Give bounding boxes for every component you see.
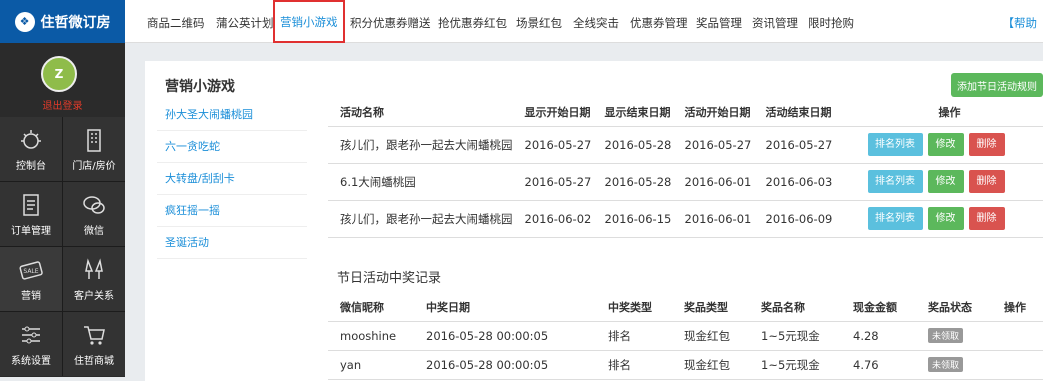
nav-dashboard[interactable]: 控制台 bbox=[0, 117, 62, 181]
avatar[interactable]: Z bbox=[41, 56, 77, 92]
cart-icon bbox=[81, 322, 107, 348]
brand[interactable]: ❖ 住哲微订房 bbox=[0, 0, 125, 43]
col-header: 奖品类型 bbox=[672, 294, 749, 321]
main-panel: 营销小游戏 添加节日活动规则 孙大圣大闹蟠桃园 六一贪吃蛇 大转盘/刮刮卡 疯狂… bbox=[145, 61, 1043, 381]
wechat-icon bbox=[81, 192, 107, 218]
page-title: 营销小游戏 bbox=[165, 76, 235, 96]
submenu-item[interactable]: 六一贪吃蛇 bbox=[157, 131, 307, 163]
glasses-icon bbox=[81, 257, 107, 283]
tab-dandelion[interactable]: 蒲公英计划 bbox=[216, 0, 274, 43]
nav-settings[interactable]: 系统设置 bbox=[0, 312, 62, 376]
col-header: 显示开始日期 bbox=[513, 99, 593, 126]
edit-button[interactable]: 修改 bbox=[928, 133, 964, 156]
nav-wechat[interactable]: 微信 bbox=[63, 182, 125, 246]
submenu-item[interactable]: 大转盘/刮刮卡 bbox=[157, 163, 307, 195]
game-submenu: 孙大圣大闹蟠桃园 六一贪吃蛇 大转盘/刮刮卡 疯狂摇一摇 圣诞活动 bbox=[157, 99, 307, 259]
delete-button[interactable]: 删除 bbox=[969, 207, 1005, 230]
col-header: 中奖日期 bbox=[414, 294, 596, 321]
activity-table: 活动名称 显示开始日期 显示结束日期 活动开始日期 活动结束日期 操作 孩儿们，… bbox=[328, 99, 1043, 238]
table-row: 孩儿们，跟老孙一起去大闹蟠桃园 2016-06-02 2016-06-15 20… bbox=[328, 200, 1043, 237]
nav-crm[interactable]: 客户关系 bbox=[63, 247, 125, 311]
sidebar-nav: 控制台 门店/房价 订单管理 微信 SALE 营销 客户关系 系统设置 住哲商城 bbox=[0, 117, 125, 376]
winner-records-title: 节日活动中奖记录 bbox=[337, 267, 441, 286]
col-header: 微信昵称 bbox=[328, 294, 414, 321]
rank-list-button[interactable]: 排名列表 bbox=[868, 207, 923, 230]
col-header: 操作 bbox=[992, 294, 1043, 321]
brand-logo-icon: ❖ bbox=[15, 12, 35, 32]
col-header: 活动名称 bbox=[328, 99, 513, 126]
col-header: 现金金额 bbox=[841, 294, 916, 321]
col-header: 奖品状态 bbox=[916, 294, 992, 321]
tab-scene-redpacket[interactable]: 场景红包 bbox=[516, 0, 562, 43]
col-header: 操作 bbox=[842, 99, 1043, 126]
user-panel: Z 退出登录 bbox=[0, 43, 125, 117]
edit-button[interactable]: 修改 bbox=[928, 207, 964, 230]
delete-button[interactable]: 删除 bbox=[969, 170, 1005, 193]
nav-mall[interactable]: 住哲商城 bbox=[63, 312, 125, 376]
col-header: 活动结束日期 bbox=[754, 99, 842, 126]
nav-marketing[interactable]: SALE 营销 bbox=[0, 247, 62, 311]
col-header: 中奖类型 bbox=[596, 294, 672, 321]
rank-list-button[interactable]: 排名列表 bbox=[868, 133, 923, 156]
add-holiday-rule-button[interactable]: 添加节日活动规则 bbox=[951, 73, 1043, 97]
tab-qrcode[interactable]: 商品二维码 bbox=[147, 0, 205, 43]
tab-flash-sale[interactable]: 限时抢购 bbox=[808, 0, 854, 43]
table-row: 孩儿们，跟老孙一起去大闹蟠桃园 2016-05-27 2016-05-28 20… bbox=[328, 126, 1043, 163]
delete-button[interactable]: 删除 bbox=[969, 133, 1005, 156]
sale-tag-icon: SALE bbox=[18, 257, 44, 283]
tab-coupon-redpacket[interactable]: 抢优惠券红包 bbox=[438, 0, 507, 43]
sliders-icon bbox=[18, 322, 44, 348]
col-header: 奖品名称 bbox=[749, 294, 841, 321]
tab-points-coupons[interactable]: 积分优惠券赠送 bbox=[350, 0, 431, 43]
logout-link[interactable]: 退出登录 bbox=[0, 97, 125, 112]
status-badge: 未领取 bbox=[928, 357, 963, 372]
top-nav: 商品二维码 蒲公英计划 营销小游戏 积分优惠券赠送 抢优惠券红包 场景红包 全线… bbox=[125, 0, 1043, 43]
tab-coupon-manage[interactable]: 优惠券管理 bbox=[630, 0, 688, 43]
edit-button[interactable]: 修改 bbox=[928, 170, 964, 193]
dashboard-icon bbox=[18, 127, 44, 153]
app-title: 住哲微订房 bbox=[41, 12, 111, 32]
svg-text:SALE: SALE bbox=[23, 268, 38, 275]
winner-records-table: 微信昵称 中奖日期 中奖类型 奖品类型 奖品名称 现金金额 奖品状态 操作 mo… bbox=[328, 294, 1043, 380]
tab-news-manage[interactable]: 资讯管理 bbox=[752, 0, 798, 43]
tab-marketing-games[interactable]: 营销小游戏 bbox=[273, 0, 345, 43]
col-header: 显示结束日期 bbox=[593, 99, 673, 126]
tab-prize-manage[interactable]: 奖品管理 bbox=[696, 0, 742, 43]
nav-orders[interactable]: 订单管理 bbox=[0, 182, 62, 246]
submenu-item[interactable]: 疯狂摇一摇 bbox=[157, 195, 307, 227]
submenu-item[interactable]: 孙大圣大闹蟠桃园 bbox=[157, 99, 307, 131]
table-row: 6.1大闹蟠桃园 2016-05-27 2016-05-28 2016-06-0… bbox=[328, 163, 1043, 200]
order-icon bbox=[18, 192, 44, 218]
nav-stores[interactable]: 门店/房价 bbox=[63, 117, 125, 181]
sidebar: ❖ 住哲微订房 Z 退出登录 控制台 门店/房价 订单管理 微信 SALE 营销… bbox=[0, 0, 125, 377]
help-link[interactable]: 【帮助 bbox=[1003, 0, 1038, 46]
status-badge: 未领取 bbox=[928, 328, 963, 343]
submenu-item[interactable]: 圣诞活动 bbox=[157, 227, 307, 259]
tab-assault[interactable]: 全线突击 bbox=[573, 0, 619, 43]
rank-list-button[interactable]: 排名列表 bbox=[868, 170, 923, 193]
building-icon bbox=[81, 127, 107, 153]
col-header: 活动开始日期 bbox=[673, 99, 754, 126]
table-row: yan 2016-05-28 00:00:05 排名 现金红包 1~5元现金 4… bbox=[328, 350, 1043, 379]
table-row: mooshine 2016-05-28 00:00:05 排名 现金红包 1~5… bbox=[328, 321, 1043, 350]
